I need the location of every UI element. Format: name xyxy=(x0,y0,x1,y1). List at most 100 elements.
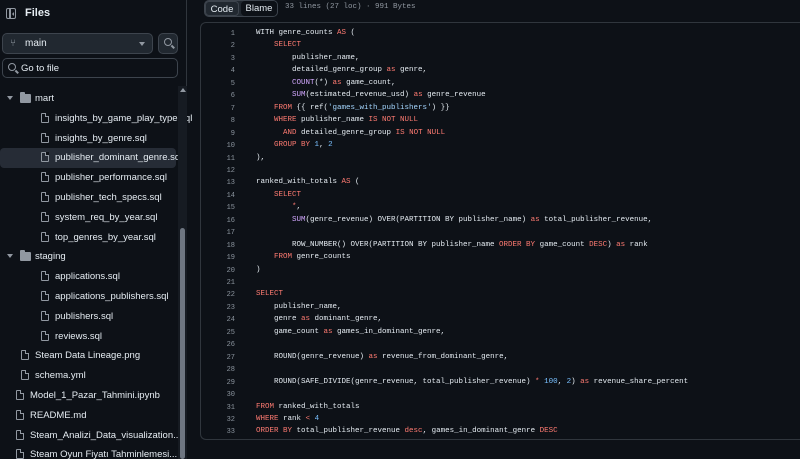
tree-file[interactable]: Steam Data Lineage.png xyxy=(0,346,176,366)
line-number[interactable]: 4 xyxy=(201,67,235,75)
line-number[interactable]: 13 xyxy=(201,179,235,187)
tree-file[interactable]: top_genres_by_year.sql xyxy=(0,228,176,248)
branch-label: main xyxy=(25,38,47,49)
tree-file[interactable]: publisher_dominant_genre.sql xyxy=(0,148,182,169)
code-token: WHERE xyxy=(274,116,297,125)
file-icon xyxy=(21,350,29,361)
line-number[interactable]: 30 xyxy=(201,391,235,399)
code-token: ), xyxy=(256,153,266,162)
line-code: game_count as games_in_dominant_genre, xyxy=(256,328,445,336)
tree-file[interactable]: schema.yml xyxy=(0,366,176,386)
line-number[interactable]: 18 xyxy=(201,242,235,250)
line-number[interactable]: 31 xyxy=(201,404,235,412)
tree-file[interactable]: publisher_tech_specs.sql xyxy=(0,188,176,208)
line-number[interactable]: 27 xyxy=(201,354,235,362)
line-number[interactable]: 16 xyxy=(201,217,235,225)
line-number[interactable]: 19 xyxy=(201,254,235,262)
tree-file[interactable]: Model_1_Pazar_Tahmini.ipynb xyxy=(0,386,176,406)
go-to-file-input[interactable] xyxy=(21,61,171,75)
line-number[interactable]: 23 xyxy=(201,304,235,312)
line-number[interactable]: 32 xyxy=(201,416,235,424)
line-number[interactable]: 7 xyxy=(201,105,235,113)
tree-file[interactable]: insights_by_game_play_type.sql xyxy=(0,109,192,129)
sidebar-scrollbar[interactable] xyxy=(178,86,187,459)
code-line: 8 WHERE publisher_name IS NOT NULL xyxy=(201,116,800,128)
tree-folder[interactable]: mart xyxy=(0,89,176,109)
code-line: 7 FROM {{ ref('games_with_publishers') }… xyxy=(201,104,800,116)
line-number[interactable]: 14 xyxy=(201,192,235,200)
folder-icon xyxy=(20,92,31,103)
code-token: as xyxy=(530,215,540,224)
collapse-panel-icon[interactable] xyxy=(6,8,16,19)
go-to-file-field[interactable] xyxy=(2,58,178,78)
line-number[interactable]: 17 xyxy=(201,229,235,237)
line-number[interactable]: 3 xyxy=(201,55,235,63)
line-number[interactable]: 29 xyxy=(201,379,235,387)
line-number[interactable]: 1 xyxy=(201,30,235,38)
line-number[interactable]: 33 xyxy=(201,428,235,436)
line-number[interactable]: 28 xyxy=(201,366,235,374)
tab-blame[interactable]: Blame xyxy=(241,1,277,16)
line-number[interactable]: 15 xyxy=(201,204,235,212)
code-token: ( xyxy=(350,178,360,187)
code-token: 100 xyxy=(544,377,558,386)
tree-file[interactable]: Steam Oyun Fiyatı Tahminlemesi... xyxy=(0,445,177,459)
line-number[interactable]: 9 xyxy=(201,130,235,138)
line-number[interactable]: 6 xyxy=(201,92,235,100)
tree-file[interactable]: README.md xyxy=(0,406,176,426)
line-number[interactable]: 12 xyxy=(201,167,235,175)
code-token: , games_in_dominant_genre xyxy=(422,427,540,436)
code-token: genre_revenue xyxy=(422,91,486,100)
tree-file[interactable]: publishers.sql xyxy=(0,307,176,327)
tree-item-label: applications.sql xyxy=(55,271,120,283)
line-number[interactable]: 8 xyxy=(201,117,235,125)
line-number[interactable]: 24 xyxy=(201,316,235,324)
code-line: 6 SUM(estimated_revenue_usd) as genre_re… xyxy=(201,91,800,103)
code-token: as xyxy=(301,315,311,324)
file-icon xyxy=(16,390,24,400)
search-button[interactable] xyxy=(158,33,178,54)
file-meta: 33 lines (27 loc) · 991 Bytes xyxy=(285,3,416,11)
tree-file[interactable]: publisher_performance.sql xyxy=(0,168,176,188)
branch-selector-button[interactable]: ⑂ main xyxy=(2,33,153,54)
scrollbar-thumb[interactable] xyxy=(180,228,185,459)
chevron-down-icon[interactable] xyxy=(7,96,13,100)
code-line: 3 publisher_name, xyxy=(201,54,800,66)
code-token: {{ ref( xyxy=(292,103,329,112)
line-number[interactable]: 2 xyxy=(201,42,235,50)
code-line: 32 WHERE rank < 4 xyxy=(201,415,800,427)
scroll-up-icon[interactable] xyxy=(180,88,186,92)
tree-item-label: publisher_tech_specs.sql xyxy=(55,192,162,203)
line-number[interactable]: 21 xyxy=(201,279,235,287)
tree-file[interactable]: insights_by_genre.sql xyxy=(0,129,176,149)
code-token: game_count xyxy=(256,327,324,336)
file-icon xyxy=(41,271,49,282)
tree-file[interactable]: applications_publishers.sql xyxy=(0,287,176,307)
line-code: COUNT(*) as game_count, xyxy=(256,79,396,87)
tree-folder[interactable]: staging xyxy=(0,247,176,267)
tree-item-label: README.md xyxy=(30,409,87,421)
tree-file[interactable]: applications.sql xyxy=(0,267,176,287)
line-number[interactable]: 20 xyxy=(201,267,235,275)
code-token: SELECT xyxy=(274,41,302,50)
code-token: detailed_genre_group xyxy=(256,66,387,75)
code-token: ) }} xyxy=(431,103,450,112)
tree-file[interactable]: Steam_Analizi_Data_visualization... xyxy=(0,426,181,446)
code-line: 15 *, xyxy=(201,203,800,215)
tree-file[interactable]: reviews.sql xyxy=(0,327,176,347)
line-number[interactable]: 5 xyxy=(201,80,235,88)
code-token: 'games_with_publishers' xyxy=(328,103,432,112)
code-viewer: 1 WITH genre_counts AS (2 SELECT 3 publish… xyxy=(200,22,800,440)
line-number[interactable]: 25 xyxy=(201,329,235,337)
tree-file[interactable]: system_req_by_year.sql xyxy=(0,208,176,228)
chevron-down-icon[interactable] xyxy=(7,254,13,259)
line-number[interactable]: 26 xyxy=(201,341,235,349)
line-number[interactable]: 22 xyxy=(201,291,235,299)
file-view-toolbar: Code Blame 33 lines (27 loc) · 991 Bytes xyxy=(200,0,800,18)
line-code: AND detailed_genre_group IS NOT NULL xyxy=(256,129,445,137)
line-number[interactable]: 10 xyxy=(201,142,235,150)
code-token: revenue_from_dominant_genre, xyxy=(377,352,509,361)
tab-code[interactable]: Code xyxy=(205,1,239,16)
line-number[interactable]: 11 xyxy=(201,155,235,163)
